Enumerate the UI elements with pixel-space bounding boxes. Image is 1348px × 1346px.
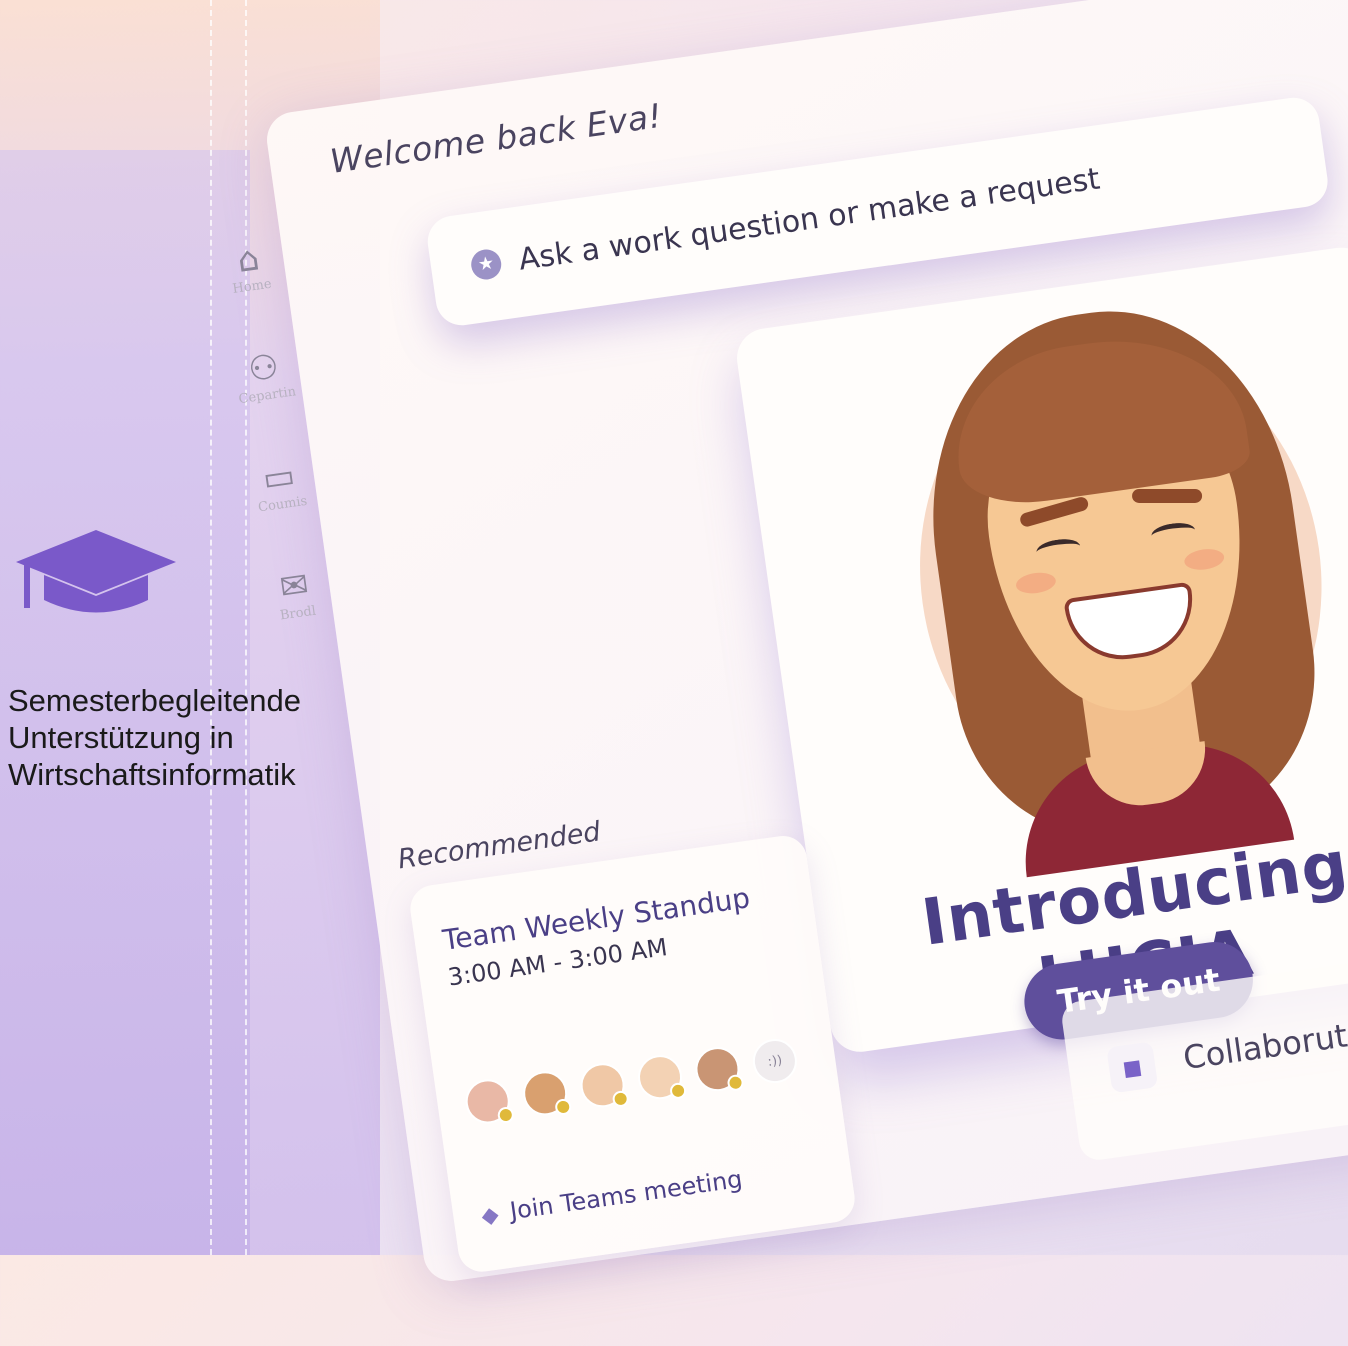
- join-teams-link[interactable]: ◆ Join Teams meeting: [479, 1164, 745, 1230]
- nav-item-book[interactable]: ▭ Coumis: [241, 453, 318, 517]
- nav-item-home[interactable]: ⌂ Home: [211, 235, 288, 299]
- avatar: [462, 1076, 513, 1127]
- collab-title: Collaborution Jo: [1180, 1004, 1348, 1077]
- brand-text: Semesterbegleitende Unterstützung in Wir…: [8, 682, 378, 793]
- nav-item-people[interactable]: ⚇ Cepartin: [226, 344, 303, 408]
- avatar: [692, 1044, 743, 1094]
- lucia-promo-card: Introducing LUCIA Try it out: [733, 243, 1348, 1056]
- meeting-card[interactable]: Team Weekly Standup 3:00 AM - 3:00 AM :)…: [407, 832, 858, 1275]
- brand-block: Semesterbegleitende Unterstützung in Wir…: [8, 530, 378, 793]
- brand-line: Semesterbegleitende: [8, 683, 301, 718]
- graduation-cap-icon: [16, 530, 176, 613]
- star-icon: ★: [469, 247, 504, 282]
- attendee-avatars: :)): [462, 1036, 800, 1127]
- brand-line: Wirtschaftsinformatik: [8, 757, 296, 792]
- brand-line: Unterstützung in: [8, 720, 234, 755]
- avatar: [520, 1068, 571, 1119]
- avatar: [635, 1052, 685, 1103]
- more-attendees-badge[interactable]: :)): [750, 1036, 800, 1086]
- avatar: [577, 1060, 628, 1111]
- join-label: Join Teams meeting: [508, 1164, 745, 1226]
- teams-icon: ◆: [479, 1202, 501, 1230]
- loop-icon: ◼: [1106, 1041, 1159, 1094]
- character-brow: [1132, 488, 1203, 503]
